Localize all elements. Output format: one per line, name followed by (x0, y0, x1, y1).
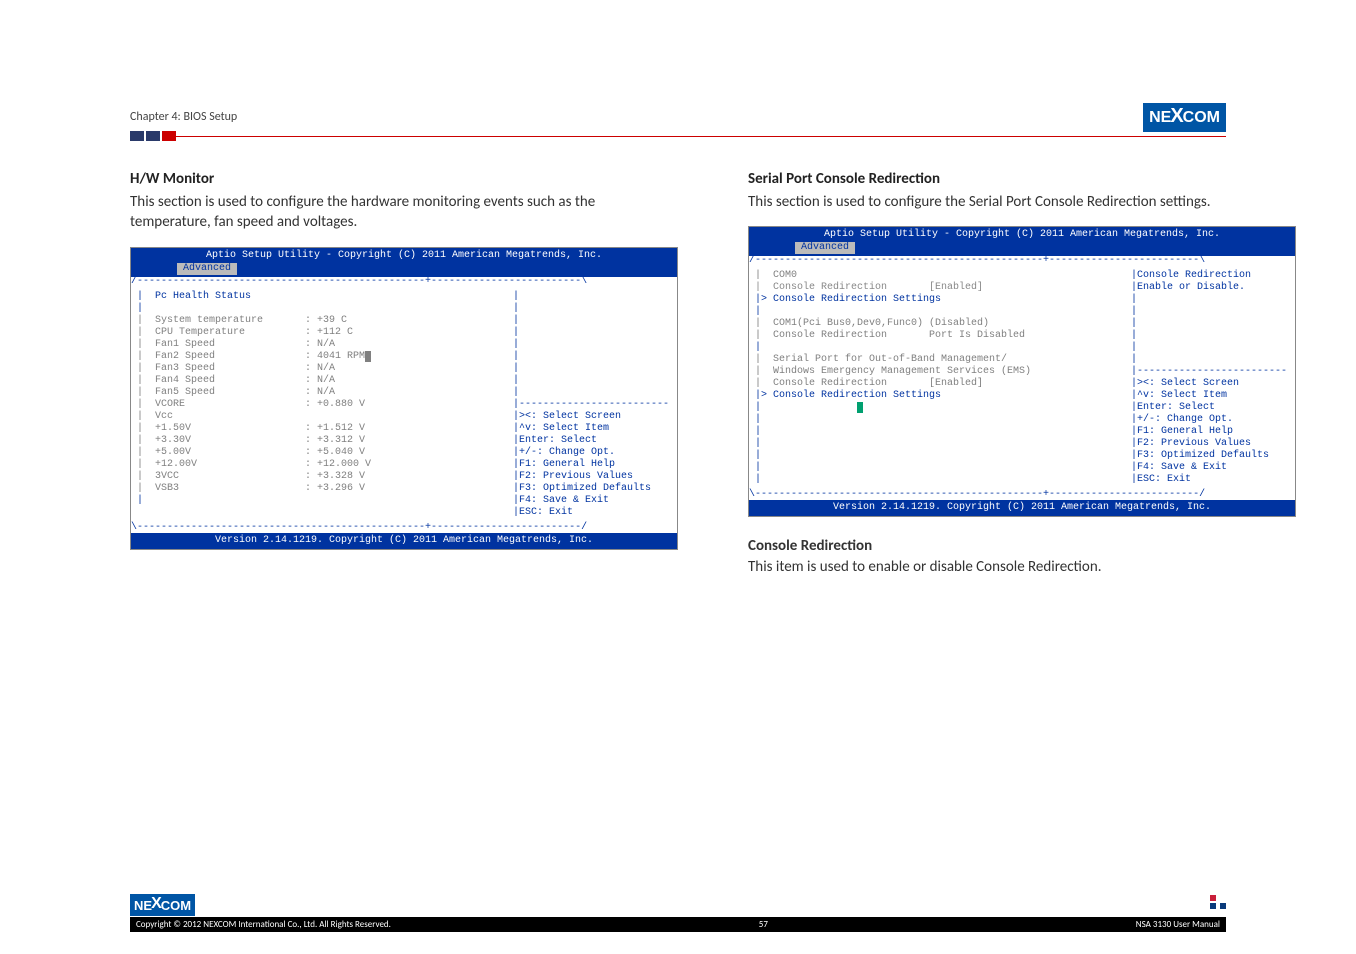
bios-topline: Aptio Setup Utility - Copyright (C) 2011… (755, 229, 1289, 241)
bios-footer: Version 2.14.1219. Copyright (C) 2011 Am… (749, 500, 1295, 516)
bios-help-panel: | | | | | | | | | |---------------------… (507, 287, 677, 523)
bios-row: | Fan2 Speed: 4041 RPM_ (137, 351, 501, 363)
bios-topline: Aptio Setup Utility - Copyright (C) 2011… (137, 250, 671, 262)
bios-separator: \---------------------------------------… (131, 523, 677, 533)
help-line: |F2: Previous Values (1131, 438, 1289, 450)
help-line: |F2: Previous Values (513, 471, 671, 483)
help-line: |ESC: Exit (1131, 474, 1289, 486)
bios-footer: Version 2.14.1219. Copyright (C) 2011 Am… (131, 533, 677, 549)
help-line: |F3: Optimized Defaults (1131, 450, 1289, 462)
serial-desc: This section is used to configure the Se… (748, 192, 1296, 212)
bios-tab-advanced: Advanced (177, 263, 237, 275)
bios-screenshot-left: Aptio Setup Utility - Copyright (C) 2011… (130, 247, 678, 550)
bios-titlebar: Aptio Setup Utility - Copyright (C) 2011… (749, 227, 1295, 256)
logo-pre: NE (1149, 109, 1171, 127)
bios-row: |> Console Redirection Settings (755, 294, 1119, 306)
bios-row: | Fan1 Speed: N/A (137, 339, 501, 351)
bios-row: | +5.00V: +5.040 V (137, 447, 501, 459)
help-line: |Enter: Select (1131, 402, 1289, 414)
bios-row: | CPU Temperature: +112 C (137, 327, 501, 339)
logo-x: X (1170, 105, 1183, 128)
help-top-line: |Enable or Disable. (1131, 282, 1289, 294)
bios-help-panel: |Console Redirection |Enable or Disable.… (1125, 266, 1295, 490)
bios-row: | Fan5 Speed: N/A (137, 387, 501, 399)
bios-header-row: | Pc Health Status (137, 291, 501, 303)
bios-row: | Vcc (137, 411, 501, 423)
help-top-line: |Console Redirection (1131, 270, 1289, 282)
bios-row: | Console Redirection Port Is Disabled (755, 330, 1119, 342)
help-line: |^v: Select Item (1131, 390, 1289, 402)
bios-row: | VCORE: +0.880 V (137, 399, 501, 411)
bios-row: | +1.50V: +1.512 V (137, 423, 501, 435)
header-decoration (130, 130, 1226, 142)
bios-titlebar: Aptio Setup Utility - Copyright (C) 2011… (131, 248, 677, 277)
left-column: H/W Monitor This section is used to conf… (130, 170, 678, 592)
bios-row: | Windows Emergency Management Services … (755, 366, 1119, 378)
footer-page: 57 (759, 919, 768, 930)
bios-row: | Fan3 Speed: N/A (137, 363, 501, 375)
bios-row: | System temperature: +39 C (137, 315, 501, 327)
footer-logo: NEXCOM (130, 894, 1226, 916)
console-redirection-desc: This item is used to enable or disable C… (748, 557, 1296, 577)
bios-row: | +12.00V: +12.000 V (137, 459, 501, 471)
bios-left-panel: | COM0 | Console Redirection [Enabled] |… (749, 266, 1125, 490)
help-line: |^v: Select Item (513, 423, 671, 435)
serial-title: Serial Port Console Redirection (748, 170, 1296, 188)
nexcom-logo: NEXCOM (1143, 103, 1226, 132)
bios-left-panel: | Pc Health Status | | System temperatur… (131, 287, 507, 523)
bios-row: | Fan4 Speed: N/A (137, 375, 501, 387)
bios-row: | Serial Port for Out-of-Band Management… (755, 354, 1119, 366)
console-redirection-title: Console Redirection (748, 537, 1296, 555)
help-line: |><: Select Screen (513, 411, 671, 423)
bios-row: | +3.30V: +3.312 V (137, 435, 501, 447)
bios-row: | Console Redirection [Enabled] (755, 378, 1119, 390)
bios-screenshot-right: Aptio Setup Utility - Copyright (C) 2011… (748, 226, 1296, 517)
hw-monitor-title: H/W Monitor (130, 170, 678, 188)
logo-post: COM (1183, 109, 1220, 127)
bios-row: | COM0 (755, 270, 1119, 282)
help-line: |F1: General Help (513, 459, 671, 471)
help-line: |F4: Save & Exit (1131, 462, 1289, 474)
bios-row: | 3VCC: +3.328 V (137, 471, 501, 483)
bios-separator: \---------------------------------------… (749, 490, 1295, 500)
bios-separator: /---------------------------------------… (131, 277, 677, 287)
bios-row: |> Console Redirection Settings (755, 390, 1119, 402)
bios-separator: /---------------------------------------… (749, 256, 1295, 266)
bios-tab-advanced: Advanced (795, 242, 855, 254)
bios-row-selected: | Console Redirection [Enabled] (755, 282, 1119, 294)
help-line: |F3: Optimized Defaults (513, 483, 671, 495)
help-line: |Enter: Select (513, 435, 671, 447)
help-line: |ESC: Exit (513, 507, 671, 519)
hw-monitor-desc: This section is used to configure the ha… (130, 192, 678, 233)
right-column: Serial Port Console Redirection This sec… (748, 170, 1296, 592)
bios-row: | COM1(Pci Bus0,Dev0,Func0) (Disabled) (755, 318, 1119, 330)
header-logo: NEXCOM (1143, 103, 1226, 132)
footer-copyright: Copyright © 2012 NEXCOM International Co… (136, 919, 391, 930)
page-footer: NEXCOM Copyright © 2012 NEXCOM Internati… (130, 894, 1226, 932)
help-line: |F1: General Help (1131, 426, 1289, 438)
help-line: |+/-: Change Opt. (513, 447, 671, 459)
help-line: |+/-: Change Opt. (1131, 414, 1289, 426)
bios-row: | VSB3: +3.296 V (137, 483, 501, 495)
help-line: |><: Select Screen (1131, 378, 1289, 390)
chapter-header: Chapter 4: BIOS Setup (130, 110, 1226, 124)
help-line: |F4: Save & Exit (513, 495, 671, 507)
footer-manual: NSA 3130 User Manual (1136, 919, 1220, 930)
